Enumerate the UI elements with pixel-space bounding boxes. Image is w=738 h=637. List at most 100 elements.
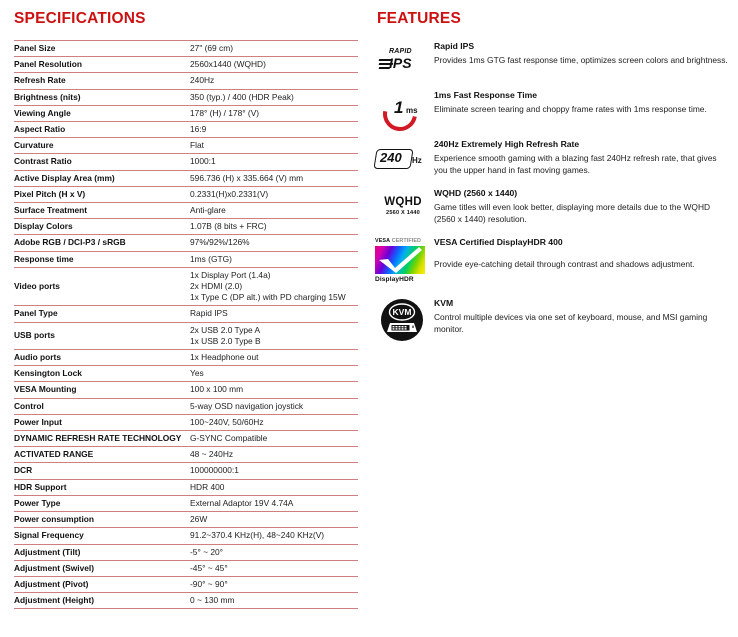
spec-label: Brightness (nits) bbox=[14, 91, 81, 102]
feature-body: Game titles will even look better, displ… bbox=[434, 202, 711, 224]
feature-body: Control multiple devices via one set of … bbox=[434, 312, 708, 334]
feature-heading: WQHD (2560 x 1440) bbox=[434, 188, 518, 198]
vesa-displayhdr-icon: VESA CERTIFIED DisplayHDR bbox=[372, 236, 434, 290]
feature-text-240hz: 240Hz Extremely High Refresh Rate Experi… bbox=[434, 138, 738, 176]
table-row: Power Type External Adaptor 19V 4.74A bbox=[14, 495, 358, 512]
spec-label: Kensington Lock bbox=[14, 368, 82, 379]
spec-label: Adjustment (Tilt) bbox=[14, 546, 81, 557]
spec-value: 1000:1 bbox=[190, 156, 216, 167]
spec-value: 1x Display Port (1.4a) 2x HDMI (2.0) 1x … bbox=[190, 269, 346, 303]
spec-value: 97%/92%/126% bbox=[190, 237, 250, 248]
feature-text-kvm: KVM Control multiple devices via one set… bbox=[434, 297, 738, 335]
spec-label: Pixel Pitch (H x V) bbox=[14, 188, 86, 199]
features-title: FEATURES bbox=[377, 10, 461, 27]
certified-word: CERTIFIED bbox=[391, 238, 422, 244]
spec-value: -5° ~ 20° bbox=[190, 546, 224, 557]
wqhd-icon-sub-text: 2560 X 1440 bbox=[386, 210, 420, 216]
spec-value: 100~240V, 50/60Hz bbox=[190, 416, 264, 427]
spec-value: 100000000:1 bbox=[190, 465, 239, 476]
rapid-ips-icon: RAPID IPS bbox=[372, 40, 434, 82]
kvm-icon: KVM bbox=[372, 297, 434, 345]
vesa-certified-label: VESA CERTIFIED bbox=[375, 238, 421, 244]
table-row: Signal Frequency 91.2~370.4 KHz(H), 48~24… bbox=[14, 528, 358, 544]
spec-label: Viewing Angle bbox=[14, 107, 71, 118]
spec-label: Control bbox=[14, 400, 44, 411]
spec-value: 100 x 100 mm bbox=[190, 384, 244, 395]
one-ms-icon-unit: ms bbox=[406, 106, 418, 115]
spec-label: Power Input bbox=[14, 416, 62, 427]
spec-label: Video ports bbox=[14, 281, 60, 292]
spec-value: 16:9 bbox=[190, 124, 207, 135]
table-row: Active Display Area (mm) 596.736 (H) x 33… bbox=[14, 170, 358, 187]
kvm-monitor-keyboard-glyph: KVM bbox=[387, 303, 417, 332]
table-row: Pixel Pitch (H x V) 0.2331(H)x0.2331(V) bbox=[14, 186, 358, 203]
spec-value: 178° (H) / 178° (V) bbox=[190, 107, 260, 118]
spec-value: -90° ~ 90° bbox=[190, 578, 228, 589]
spec-value: External Adaptor 19V 4.74A bbox=[190, 497, 294, 508]
spec-value: 1x Headphone out bbox=[190, 352, 259, 363]
table-row: Adjustment (Height) 0 ~ 130 mm bbox=[14, 593, 358, 609]
table-row: Viewing Angle 178° (H) / 178° (V) bbox=[14, 105, 358, 122]
table-row: VESA Mounting 100 x 100 mm bbox=[14, 382, 358, 399]
feature-text-rapid-ips: Rapid IPS Provides 1ms GTG fast response… bbox=[434, 40, 736, 67]
feature-heading: 1ms Fast Response Time bbox=[434, 90, 538, 100]
feature-item-wqhd: WQHD 2560 X 1440 WQHD (2560 x 1440) Game… bbox=[372, 187, 738, 229]
table-row: Panel Size 27" (69 cm) bbox=[14, 40, 358, 57]
spec-value: 26W bbox=[190, 514, 208, 525]
spec-value: 27" (69 cm) bbox=[190, 43, 233, 53]
feature-item-240hz: 240 Hz 240Hz Extremely High Refresh Rate… bbox=[372, 138, 738, 180]
feature-text-1ms-response: 1ms Fast Response Time Eliminate screen … bbox=[434, 89, 715, 116]
spec-label: Contrast Ratio bbox=[14, 156, 72, 167]
spec-label: Panel Type bbox=[14, 308, 58, 319]
table-row: Power consumption 26W bbox=[14, 512, 358, 528]
spec-label: Response time bbox=[14, 253, 74, 264]
table-row: Adjustment (Tilt) -5° ~ 20° bbox=[14, 544, 358, 561]
vesa-word: VESA bbox=[375, 238, 391, 244]
spec-label: Refresh Rate bbox=[14, 75, 66, 86]
table-row: Kensington Lock Yes bbox=[14, 366, 358, 382]
spec-value: Flat bbox=[190, 140, 204, 151]
feature-heading: KVM bbox=[434, 298, 454, 308]
spec-label: Active Display Area (mm) bbox=[14, 172, 115, 183]
spec-value: 5-way OSD navigation joystick bbox=[190, 400, 304, 411]
table-row: Adjustment (Swivel) -45° ~ 45° bbox=[14, 560, 358, 577]
spec-label: Signal Frequency bbox=[14, 530, 84, 541]
spec-value: 48 ~ 240Hz bbox=[190, 449, 234, 460]
feature-text-wqhd: WQHD (2560 x 1440) Game titles will even… bbox=[434, 187, 738, 225]
table-row: Surface Treatment Anti-glare bbox=[14, 203, 358, 219]
table-row: Panel Type Rapid IPS bbox=[14, 306, 358, 323]
table-row: Aspect Ratio 16:9 bbox=[14, 122, 358, 138]
spec-value: 1ms (GTG) bbox=[190, 253, 232, 264]
specifications-table: Panel Size 27" (69 cm) Panel Resolution 256… bbox=[14, 40, 358, 609]
specifications-table-body: Panel Size 27" (69 cm) Panel Resolution 256… bbox=[14, 40, 358, 609]
displayhdr-label: DisplayHDR bbox=[375, 276, 414, 283]
spec-label: Aspect Ratio bbox=[14, 124, 66, 135]
spec-value: Rapid IPS bbox=[190, 308, 228, 319]
table-row: DCR 100000000:1 bbox=[14, 463, 358, 480]
rapid-ips-icon-top-text: RAPID bbox=[389, 48, 412, 55]
wqhd-icon: WQHD 2560 X 1440 bbox=[372, 187, 434, 229]
table-row: Video ports 1x Display Port (1.4a) 2x HDM… bbox=[14, 267, 358, 306]
table-row: Adobe RGB / DCI-P3 / sRGB 97%/92%/126% bbox=[14, 235, 358, 252]
spec-label: Adjustment (Height) bbox=[14, 595, 95, 606]
spec-value: 240Hz bbox=[190, 75, 215, 86]
spec-value: 0.2331(H)x0.2331(V) bbox=[190, 188, 269, 199]
spec-label: DCR bbox=[14, 465, 33, 476]
spec-value: 0 ~ 130 mm bbox=[190, 595, 235, 606]
feature-body: Experience smooth gaming with a blazing … bbox=[434, 153, 717, 175]
rapid-ips-icon-main-text: IPS bbox=[389, 55, 412, 71]
spec-label: USB ports bbox=[14, 330, 55, 341]
displayhdr-rainbow-swatch bbox=[375, 246, 425, 274]
spec-label: VESA Mounting bbox=[14, 384, 77, 395]
spec-label: Curvature bbox=[14, 140, 54, 151]
table-row: Control 5-way OSD navigation joystick bbox=[14, 398, 358, 415]
spec-value: Yes bbox=[190, 368, 204, 379]
table-row: USB ports 2x USB 2.0 Type A 1x USB 2.0 Ty… bbox=[14, 322, 358, 350]
spec-value: 350 (typ.) / 400 (HDR Peak) bbox=[190, 91, 294, 102]
table-row: Panel Resolution 2560x1440 (WQHD) bbox=[14, 57, 358, 73]
table-row: Display Colors 1.07B (8 bits + FRC) bbox=[14, 219, 358, 235]
table-row: Adjustment (Pivot) -90° ~ 90° bbox=[14, 576, 358, 593]
table-row: Response time 1ms (GTG) bbox=[14, 251, 358, 268]
features-list: RAPID IPS Rapid IPS Provides 1ms GTG fas… bbox=[372, 40, 738, 352]
wqhd-icon-main-text: WQHD bbox=[384, 196, 422, 208]
